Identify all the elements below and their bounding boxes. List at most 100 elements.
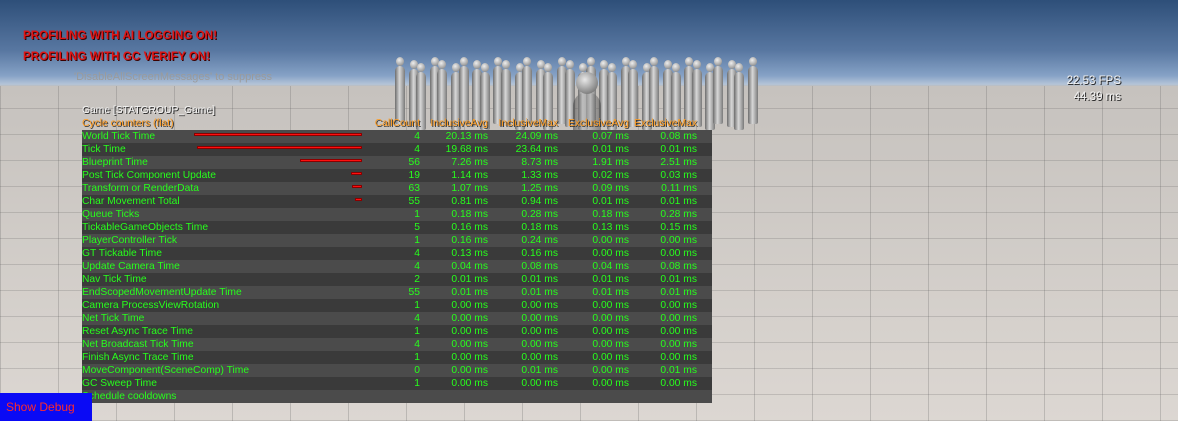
fps-value: 22.53 FPS <box>1066 75 1121 87</box>
stat-row: Camera ProcessViewRotation 1 0.00 ms 0.00 m… <box>82 299 712 312</box>
header-inclusive-max: InclusiveMax <box>498 118 558 129</box>
stat-name: Net Tick Time <box>82 313 145 324</box>
stat-name: GT Tickable Time <box>82 248 162 259</box>
stat-inclusive-max: 0.00 ms <box>521 313 558 324</box>
stat-inclusive-max: 23.64 ms <box>515 144 558 155</box>
stat-exclusive-avg: 0.13 ms <box>592 222 629 233</box>
frame-time-value: 44.39 ms <box>1073 91 1121 103</box>
stat-callcount: 4 <box>414 248 420 259</box>
stat-inclusive-max: 1.25 ms <box>521 183 558 194</box>
stat-exclusive-avg: 0.00 ms <box>592 300 629 311</box>
header-inclusive-avg: InclusiveAvg <box>430 118 488 129</box>
stat-exclusive-max: 0.00 ms <box>660 300 697 311</box>
stat-inclusive-max: 0.00 ms <box>521 352 558 363</box>
stat-name: GC Sweep Time <box>82 378 157 389</box>
stat-inclusive-avg: 20.13 ms <box>445 131 488 142</box>
stat-name: MoveComponent(SceneComp) Time <box>82 365 250 376</box>
stat-inclusive-avg: 0.00 ms <box>451 352 488 363</box>
stat-name: Schedule cooldowns <box>82 391 177 402</box>
stat-inclusive-max: 0.16 ms <box>521 248 558 259</box>
stat-callcount: 2 <box>414 274 420 285</box>
stat-row: GC Sweep Time 1 0.00 ms 0.00 ms 0.00 ms 0.00 … <box>82 377 712 390</box>
stat-name: Blueprint Time <box>82 157 148 168</box>
stat-exclusive-avg: 0.07 ms <box>592 131 629 142</box>
warning-ai-logging: PROFILING WITH AI LOGGING ON! <box>23 30 218 42</box>
stats-header-row: Cycle counters (flat) CallCount Inclusiv… <box>82 117 712 130</box>
stat-inclusive-max: 24.09 ms <box>515 131 558 142</box>
stat-name: Reset Async Trace Time <box>82 326 194 337</box>
mannequin-figure <box>713 57 723 124</box>
mannequin-figure <box>734 63 745 130</box>
stat-group-title: Game [STATGROUP_Game] <box>82 105 215 116</box>
stat-exclusive-avg: 0.18 ms <box>592 209 629 220</box>
stat-inclusive-avg: 1.07 ms <box>451 183 488 194</box>
stat-exclusive-max: 2.51 ms <box>660 157 697 168</box>
header-callcount: CallCount <box>374 118 420 129</box>
stat-inclusive-max: 0.00 ms <box>521 378 558 389</box>
stat-row: Nav Tick Time 2 0.01 ms 0.01 ms 0.01 ms 0.01 … <box>82 273 712 286</box>
stat-row: TickableGameObjects Time 5 0.16 ms 0.18 ms 0… <box>82 221 712 234</box>
stat-inclusive-max: 0.01 ms <box>521 274 558 285</box>
stat-row: GT Tickable Time 4 0.13 ms 0.16 ms 0.00 ms 0.… <box>82 247 712 260</box>
stat-name: EndScopedMovementUpdate Time <box>82 287 242 298</box>
stat-exclusive-max: 0.11 ms <box>661 183 697 194</box>
stat-name: PlayerController Tick <box>82 235 177 246</box>
stat-row: PlayerController Tick 1 0.16 ms 0.24 ms 0.00… <box>82 234 712 247</box>
stat-name: Tick Time <box>82 144 126 155</box>
stat-inclusive-max: 0.00 ms <box>521 326 558 337</box>
stat-exclusive-avg: 0.09 ms <box>592 183 629 194</box>
stat-exclusive-max: 0.00 ms <box>660 313 697 324</box>
stat-exclusive-max: 0.08 ms <box>660 261 697 272</box>
stat-exclusive-avg: 0.02 ms <box>592 170 629 181</box>
stat-row: Post Tick Component Update 19 1.14 ms 1.33 … <box>82 169 712 182</box>
stat-inclusive-max: 0.00 ms <box>521 339 558 350</box>
stat-callcount: 1 <box>414 326 420 337</box>
stat-inclusive-max: 0.18 ms <box>521 222 558 233</box>
stat-inclusive-avg: 0.00 ms <box>451 339 488 350</box>
stat-time-bar <box>355 198 362 201</box>
stat-inclusive-max: 0.08 ms <box>521 261 558 272</box>
header-exclusive-avg: ExclusiveAvg <box>567 118 629 129</box>
stat-inclusive-max: 0.01 ms <box>521 365 558 376</box>
stat-row: Blueprint Time 56 7.26 ms 8.73 ms 1.91 ms 2.5… <box>82 156 712 169</box>
stat-inclusive-avg: 0.00 ms <box>451 365 488 376</box>
stat-name: Transform or RenderData <box>82 183 199 194</box>
header-cycle-counters: Cycle counters (flat) <box>82 118 174 129</box>
stat-inclusive-avg: 0.13 ms <box>451 248 488 259</box>
stat-inclusive-max: 0.00 ms <box>521 300 558 311</box>
stat-exclusive-avg: 0.01 ms <box>592 274 629 285</box>
stat-exclusive-max: 0.03 ms <box>660 170 697 181</box>
stat-exclusive-avg: 0.00 ms <box>592 235 629 246</box>
show-debug-button[interactable]: Show Debug <box>0 393 92 421</box>
stat-callcount: 55 <box>408 287 420 298</box>
stat-inclusive-avg: 7.26 ms <box>451 157 488 168</box>
stat-exclusive-max: 0.00 ms <box>660 378 697 389</box>
stat-inclusive-avg: 0.18 ms <box>451 209 488 220</box>
stat-inclusive-avg: 0.01 ms <box>451 274 488 285</box>
stat-inclusive-max <box>488 390 558 403</box>
stat-inclusive-avg: 0.16 ms <box>451 235 488 246</box>
stat-row: EndScopedMovementUpdate Time 55 0.01 ms 0.0… <box>82 286 712 299</box>
stat-inclusive-avg: 0.00 ms <box>451 326 488 337</box>
stat-row: Queue Ticks 1 0.18 ms 0.28 ms 0.18 ms 0.28 ms <box>82 208 712 221</box>
stat-name: Nav Tick Time <box>82 274 147 285</box>
stat-callcount: 63 <box>408 183 420 194</box>
stat-row: Net Tick Time 4 0.00 ms 0.00 ms 0.00 ms 0.00 … <box>82 312 712 325</box>
stat-inclusive-max: 0.24 ms <box>521 235 558 246</box>
stat-row: Transform or RenderData 63 1.07 ms 1.25 ms 0… <box>82 182 712 195</box>
stat-exclusive-max: 0.00 ms <box>660 248 697 259</box>
stat-callcount: 56 <box>408 157 420 168</box>
stat-callcount: 1 <box>414 235 420 246</box>
stat-exclusive-max <box>629 390 697 403</box>
stat-callcount: 4 <box>414 131 420 142</box>
stat-inclusive-avg: 0.00 ms <box>451 300 488 311</box>
stat-exclusive-avg: 0.00 ms <box>592 378 629 389</box>
stat-game-overlay: Game [STATGROUP_Game] Cycle counters (fl… <box>82 104 712 403</box>
stat-exclusive-max: 0.01 ms <box>660 144 697 155</box>
stat-exclusive-max: 0.28 ms <box>660 209 697 220</box>
stat-name: Camera ProcessViewRotation <box>82 300 220 311</box>
stat-name: Update Camera Time <box>82 261 180 272</box>
stat-exclusive-max: 0.08 ms <box>660 131 697 142</box>
stat-row: Update Camera Time 4 0.04 ms 0.08 ms 0.04 ms… <box>82 260 712 273</box>
stat-row: Schedule cooldowns <box>82 390 712 403</box>
